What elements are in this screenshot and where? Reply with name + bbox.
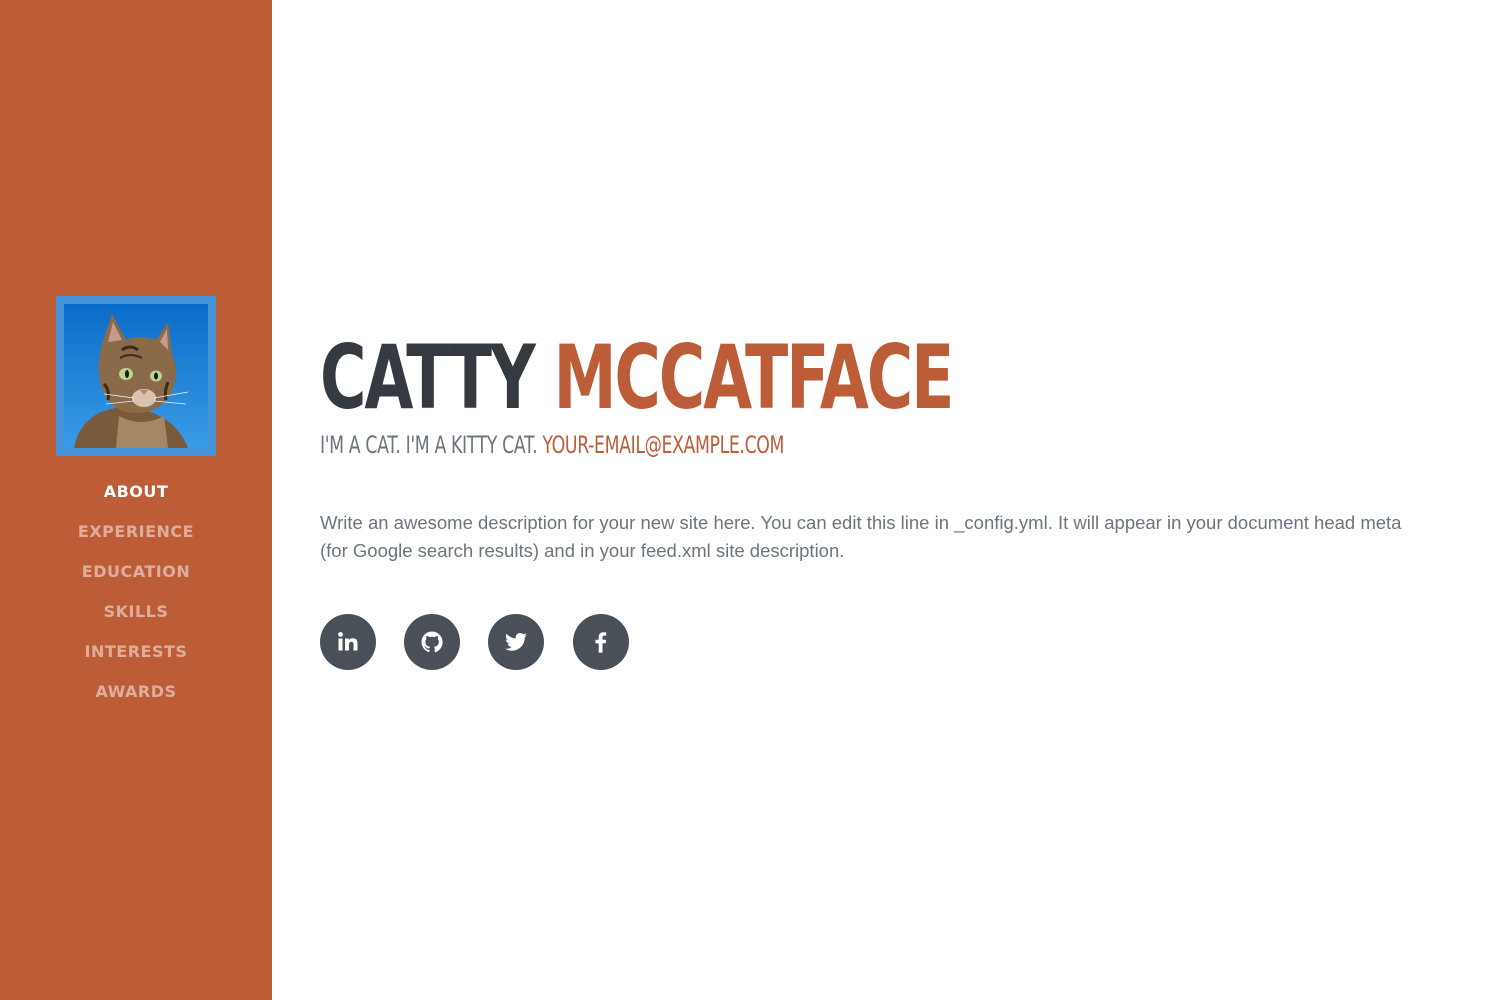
nav-link-education[interactable]: Education	[82, 562, 190, 581]
about-section: Catty McCatface I'm a cat. I'm a kitty c…	[320, 0, 1420, 1000]
site-description: Write an awesome description for your ne…	[320, 512, 1402, 561]
nav-link-skills[interactable]: Skills	[104, 602, 169, 621]
cat-photo-icon	[64, 304, 208, 448]
first-name: Catty	[320, 326, 536, 429]
facebook-icon	[595, 632, 607, 653]
linkedin-icon	[338, 632, 358, 651]
nav-link-about[interactable]: About	[104, 482, 169, 501]
page-title: Catty McCatface	[320, 326, 954, 429]
avatar[interactable]	[56, 296, 216, 456]
nav-link-interests[interactable]: Interests	[85, 642, 188, 661]
nav-item-experience: Experience	[0, 512, 272, 552]
social-icons	[320, 614, 657, 670]
sidebar-nav: About Experience Education Skills Intere…	[0, 472, 272, 712]
tagline: I'm a cat. I'm a kitty cat.	[320, 431, 538, 459]
nav-item-interests: Interests	[0, 632, 272, 672]
nav-link-awards[interactable]: Awards	[95, 682, 176, 701]
sidebar: About Experience Education Skills Intere…	[0, 0, 272, 1000]
subheading: I'm a cat. I'm a kitty cat. your-email@e…	[320, 430, 784, 460]
last-name: McCatface	[553, 326, 954, 429]
nav-item-about: About	[0, 472, 272, 512]
nav-link-experience[interactable]: Experience	[78, 522, 194, 541]
nav-item-skills: Skills	[0, 592, 272, 632]
email-link[interactable]: your-email@example.com	[542, 431, 784, 459]
nav-item-awards: Awards	[0, 672, 272, 712]
github-button[interactable]	[404, 614, 460, 670]
twitter-icon	[505, 633, 527, 651]
facebook-button[interactable]	[573, 614, 629, 670]
linkedin-button[interactable]	[320, 614, 376, 670]
nav-item-education: Education	[0, 552, 272, 592]
twitter-button[interactable]	[488, 614, 544, 670]
github-icon	[421, 631, 443, 653]
